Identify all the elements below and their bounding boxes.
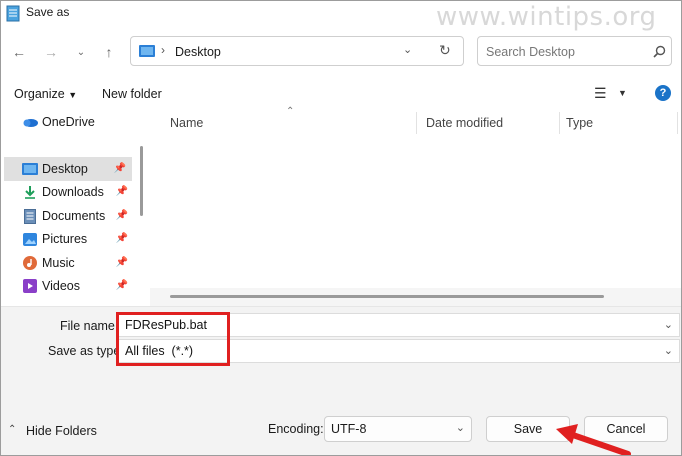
sidebar-item-downloads[interactable]: Downloads 📌 (0, 180, 140, 204)
sort-ascending-icon: ⌃ (286, 106, 295, 117)
sidebar-item-label: Music (42, 256, 75, 270)
pin-icon[interactable]: 📌 (116, 280, 128, 291)
organize-label: Organize (14, 87, 65, 101)
documents-icon (22, 208, 38, 224)
navigation-pane: OneDrive Desktop 📌 Downloads 📌 Documents… (0, 108, 150, 306)
help-icon[interactable]: ? (655, 85, 671, 101)
file-list: ⌃ Name Date modified Type (150, 106, 682, 306)
desktop-location-icon (139, 45, 155, 57)
column-header-name[interactable]: Name (170, 116, 203, 130)
desktop-icon (22, 161, 38, 177)
search-placeholder: Search Desktop (486, 45, 575, 59)
collapse-chevron-icon[interactable]: ⌃ (8, 424, 16, 435)
sidebar-item-label: Documents (42, 209, 106, 223)
hide-folders-button[interactable]: Hide Folders (26, 424, 97, 438)
videos-icon (22, 278, 38, 294)
encoding-value: UTF-8 (331, 422, 367, 436)
notepad-icon (6, 5, 20, 22)
file-name-label: File name: (60, 319, 119, 333)
sidebar-item-label: Desktop (42, 162, 88, 176)
file-list-horizontal-scrollbar[interactable] (170, 295, 604, 298)
breadcrumb-separator-icon: › (161, 43, 165, 57)
sidebar-item-label: Downloads (42, 185, 104, 199)
column-divider[interactable] (677, 112, 678, 134)
red-arrow-annotation (556, 424, 631, 456)
command-toolbar: Organize ▼ New folder ☰ ▼ ? (0, 80, 682, 108)
organize-dropdown-icon: ▼ (68, 90, 78, 100)
pin-icon[interactable]: 📌 (114, 163, 126, 174)
cloud-icon (22, 114, 38, 130)
column-header-type[interactable]: Type (566, 116, 593, 130)
sidebar-item-videos[interactable]: Videos 📌 (0, 274, 140, 298)
pin-icon[interactable]: 📌 (116, 210, 128, 221)
new-folder-button[interactable]: New folder (102, 87, 162, 101)
save-form: File name: FDResPub.bat ⌄ Save as type: … (0, 306, 682, 369)
encoding-dropdown-chevron-icon: ⌄ (455, 422, 465, 434)
forward-arrow-icon[interactable]: → (40, 41, 62, 63)
organize-button[interactable]: Organize ▼ (14, 87, 77, 101)
pictures-icon (22, 231, 38, 247)
search-icon[interactable] (653, 45, 666, 58)
sidebar-item-desktop[interactable]: Desktop 📌 (4, 157, 132, 181)
download-icon (22, 184, 38, 200)
back-arrow-icon[interactable]: ← (8, 41, 30, 63)
refresh-icon[interactable]: ↻ (439, 42, 451, 59)
column-divider[interactable] (416, 112, 417, 134)
window-title: Save as (26, 5, 70, 19)
sidebar-item-pictures[interactable]: Pictures 📌 (0, 227, 140, 251)
view-options-icon[interactable]: ☰ (594, 85, 607, 102)
address-location[interactable]: Desktop (175, 45, 221, 59)
sidebar-item-label: Videos (42, 279, 80, 293)
save-as-type-label: Save as type: (48, 344, 124, 358)
pin-icon[interactable]: 📌 (116, 257, 128, 268)
address-bar[interactable]: › Desktop ⌄ ↻ (130, 36, 464, 66)
highlight-annotation-box (116, 312, 230, 366)
address-dropdown-chevron-icon[interactable]: ⌄ (403, 43, 412, 56)
sidebar-item-music[interactable]: Music 📌 (0, 251, 140, 275)
sidebar-item-onedrive[interactable]: OneDrive (0, 110, 140, 134)
sidebar-item-label: Pictures (42, 232, 88, 246)
music-icon (22, 255, 38, 271)
file-name-dropdown-chevron-icon[interactable]: ⌄ (664, 318, 673, 331)
encoding-select[interactable]: UTF-8 ⌄ (324, 416, 472, 442)
pin-icon[interactable]: 📌 (116, 233, 128, 244)
sidebar-item-label: OneDrive (42, 115, 95, 129)
column-divider[interactable] (559, 112, 560, 134)
encoding-label: Encoding: (268, 422, 324, 436)
up-arrow-icon[interactable]: ↑ (98, 41, 120, 63)
save-as-type-dropdown-chevron-icon[interactable]: ⌄ (664, 344, 673, 357)
title-bar: Save as www.wintips.org (0, 0, 682, 32)
sidebar-item-documents[interactable]: Documents 📌 (0, 204, 140, 228)
recent-locations-chevron-icon[interactable]: ⌄ (70, 41, 92, 63)
pin-icon[interactable]: 📌 (116, 186, 128, 197)
column-header-date-modified[interactable]: Date modified (426, 116, 503, 130)
search-input[interactable]: Search Desktop (477, 36, 672, 66)
navigation-pane-scrollbar[interactable] (140, 146, 143, 216)
view-dropdown-icon[interactable]: ▼ (618, 88, 627, 98)
